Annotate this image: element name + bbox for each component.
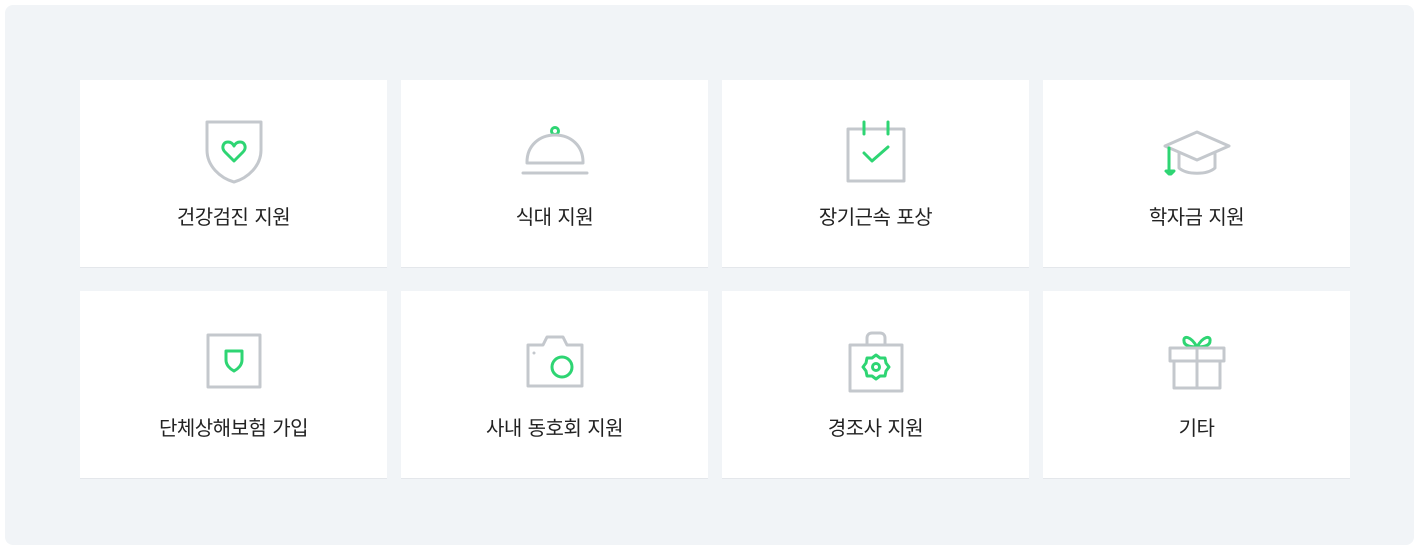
- shield-heart-icon: [198, 116, 270, 188]
- benefit-card-health-checkup[interactable]: 건강검진 지원: [80, 80, 387, 267]
- gift-icon: [1161, 327, 1233, 399]
- benefit-label: 단체상해보험 가입: [158, 416, 309, 440]
- benefit-label: 건강검진 지원: [176, 205, 291, 229]
- benefit-label: 식대 지원: [515, 205, 594, 229]
- insurance-shield-icon: [198, 327, 270, 399]
- benefit-card-meal[interactable]: 식대 지원: [401, 80, 708, 267]
- benefit-label: 학자금 지원: [1148, 205, 1245, 229]
- graduation-cap-icon: [1161, 116, 1233, 188]
- benefit-card-club[interactable]: 사내 동호회 지원: [401, 291, 708, 478]
- benefit-label: 장기근속 포상: [818, 205, 933, 229]
- camera-icon: [519, 327, 591, 399]
- cloche-icon: [519, 116, 591, 188]
- calendar-check-icon: [840, 116, 912, 188]
- benefit-label: 경조사 지원: [827, 416, 924, 440]
- benefit-card-other[interactable]: 기타: [1043, 291, 1350, 478]
- benefit-card-long-service[interactable]: 장기근속 포상: [722, 80, 1029, 267]
- benefit-label: 기타: [1178, 416, 1215, 440]
- benefits-panel: 건강검진 지원 식대 지원 장기근속 포상 학자금 지원 단체상해보험 가입 사…: [5, 5, 1414, 545]
- flower-bag-icon: [840, 327, 912, 399]
- benefit-label: 사내 동호회 지원: [485, 416, 624, 440]
- benefit-card-family-events[interactable]: 경조사 지원: [722, 291, 1029, 478]
- benefit-card-group-insurance[interactable]: 단체상해보험 가입: [80, 291, 387, 478]
- benefits-grid: 건강검진 지원 식대 지원 장기근속 포상 학자금 지원 단체상해보험 가입 사…: [80, 80, 1350, 478]
- benefit-card-tuition[interactable]: 학자금 지원: [1043, 80, 1350, 267]
